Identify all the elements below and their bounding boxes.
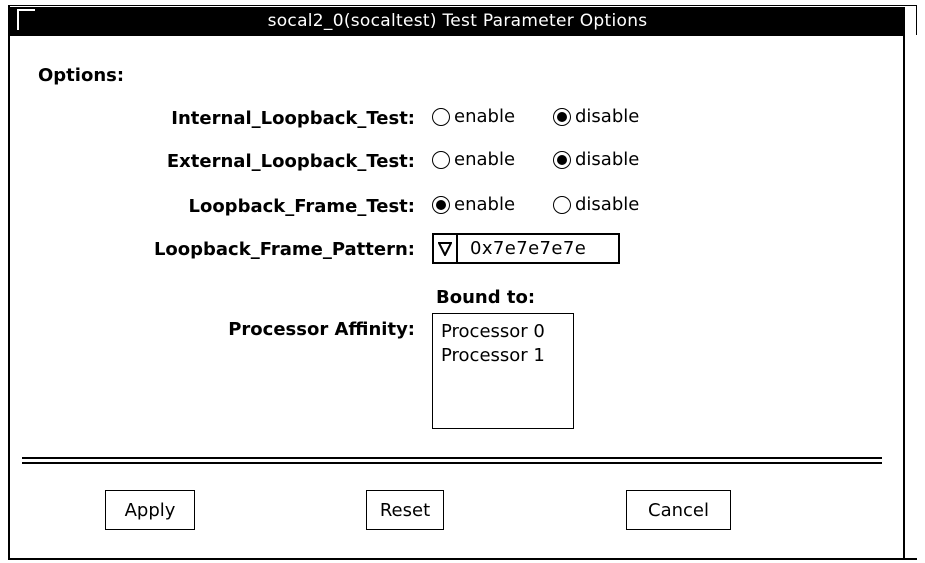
- window-title: socal2_0(socaltest) Test Parameter Optio…: [267, 11, 648, 31]
- radio-on-icon: [553, 107, 571, 126]
- external-loopback-label: External_Loopback_Test:: [166, 151, 415, 172]
- bound-to-label: Bound to:: [436, 287, 536, 308]
- radio-label: enable: [454, 106, 516, 127]
- internal-loopback-disable-radio[interactable]: disable: [553, 106, 639, 127]
- window-frame-right: [916, 5, 917, 35]
- radio-off-icon: [553, 195, 571, 214]
- cancel-button[interactable]: Cancel: [626, 490, 731, 530]
- window-menu-icon[interactable]: [17, 9, 35, 30]
- radio-label: enable: [454, 149, 516, 170]
- options-heading: Options:: [38, 65, 125, 86]
- dialog-border-right: [903, 36, 905, 559]
- processor-affinity-list[interactable]: Processor 0 Processor 1: [432, 313, 574, 429]
- loopback-frame-test-enable-radio[interactable]: enable: [432, 194, 515, 215]
- dropdown-button[interactable]: [434, 235, 458, 262]
- separator-line: [22, 457, 882, 459]
- loopback-frame-test-label: Loopback_Frame_Test:: [188, 196, 415, 217]
- loopback-frame-test-disable-radio[interactable]: disable: [553, 194, 639, 215]
- radio-off-icon: [432, 107, 450, 126]
- internal-loopback-enable-radio[interactable]: enable: [432, 106, 515, 127]
- radio-on-icon: [432, 195, 450, 214]
- external-loopback-enable-radio[interactable]: enable: [432, 149, 515, 170]
- pattern-value-field[interactable]: 0x7e7e7e7e: [458, 238, 586, 259]
- separator-line: [22, 462, 882, 464]
- list-item[interactable]: Processor 1: [441, 344, 573, 368]
- loopback-frame-pattern-label: Loopback_Frame_Pattern:: [153, 239, 415, 260]
- loopback-frame-pattern-combo[interactable]: 0x7e7e7e7e: [432, 233, 620, 264]
- window-frame-top: [8, 5, 917, 6]
- radio-label: disable: [575, 194, 640, 215]
- radio-label: enable: [454, 194, 516, 215]
- window-frame-left: [8, 5, 10, 560]
- internal-loopback-label: Internal_Loopback_Test:: [171, 108, 415, 129]
- reset-button[interactable]: Reset: [366, 490, 444, 530]
- triangle-down-icon: [438, 241, 452, 256]
- processor-affinity-label: Processor Affinity:: [228, 319, 415, 340]
- radio-off-icon: [432, 150, 450, 169]
- apply-button[interactable]: Apply: [105, 490, 195, 530]
- radio-label: disable: [575, 106, 640, 127]
- radio-label: disable: [575, 149, 640, 170]
- window-frame-bottom: [8, 558, 917, 560]
- list-item[interactable]: Processor 0: [441, 320, 573, 344]
- external-loopback-disable-radio[interactable]: disable: [553, 149, 639, 170]
- radio-on-icon: [553, 150, 571, 169]
